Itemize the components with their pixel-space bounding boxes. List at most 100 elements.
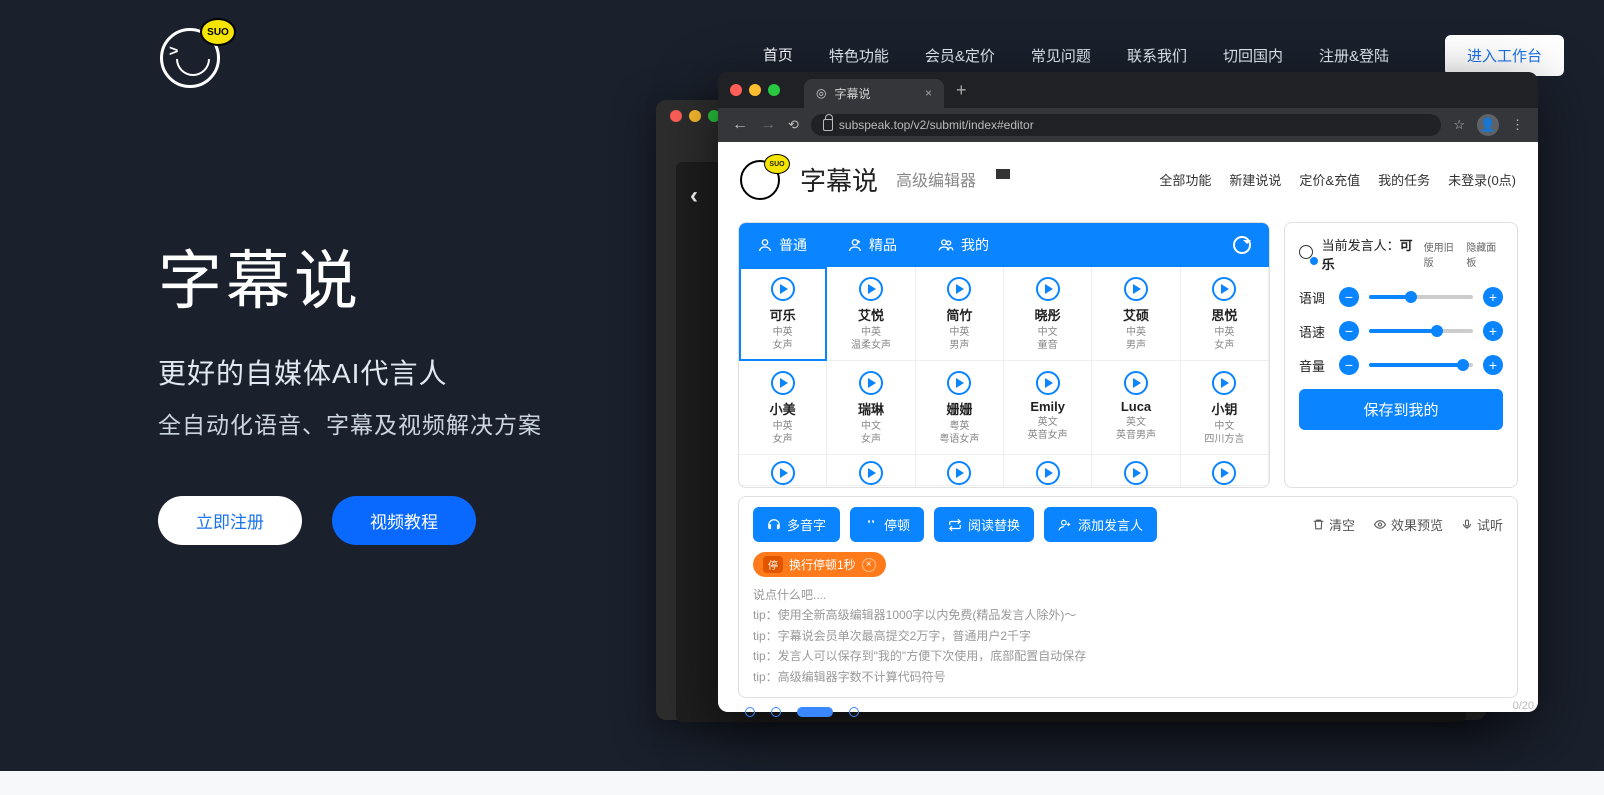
traffic-max-icon[interactable] <box>768 84 780 96</box>
forward-button[interactable]: → <box>760 116 776 134</box>
app-logo[interactable]: SUO <box>740 156 786 202</box>
voice-cell-more[interactable] <box>916 455 1004 486</box>
listen-button[interactable]: 试听 <box>1461 515 1503 534</box>
voice-cell-可乐[interactable]: 可乐中英女声 <box>739 267 827 361</box>
reload-button[interactable]: ⟲ <box>788 117 799 133</box>
play-icon[interactable] <box>771 277 795 301</box>
play-icon[interactable] <box>859 461 883 485</box>
nav-cta-button[interactable]: 进入工作台 <box>1445 35 1564 76</box>
nav-pricing[interactable]: 会员&定价 <box>925 37 995 74</box>
voice-cell-more[interactable] <box>1004 455 1092 486</box>
add-speaker-button[interactable]: 添加发言人 <box>1044 507 1157 542</box>
pitch-plus-button[interactable]: + <box>1483 287 1503 307</box>
voice-cell-艾硕[interactable]: 艾硕中英男声 <box>1092 267 1180 361</box>
pause-chip[interactable]: 停 换行停顿1秒 × <box>753 552 886 577</box>
play-icon[interactable] <box>859 371 883 395</box>
voice-cell-瑞琳[interactable]: 瑞琳中文女声 <box>827 361 915 455</box>
pause-button[interactable]: 停顿 <box>850 507 924 542</box>
voice-cell-思悦[interactable]: 思悦中英女声 <box>1181 267 1269 361</box>
traffic-min-icon[interactable] <box>749 84 761 96</box>
voice-cell-姗姗[interactable]: 姗姗粤英粤语女声 <box>916 361 1004 455</box>
dot-3[interactable] <box>797 707 833 717</box>
voice-cell-简竹[interactable]: 简竹中英男声 <box>916 267 1004 361</box>
speaker-gear-icon <box>1299 245 1316 263</box>
polyphone-button[interactable]: 多音字 <box>753 507 840 542</box>
menu-icon[interactable]: ⋮ <box>1511 117 1524 133</box>
pitch-minus-button[interactable]: − <box>1339 287 1359 307</box>
nav-auth[interactable]: 注册&登陆 <box>1319 37 1389 74</box>
play-icon[interactable] <box>1212 277 1236 301</box>
traffic-close-icon[interactable] <box>730 84 742 96</box>
vol-track[interactable] <box>1369 363 1473 367</box>
back-button[interactable]: ← <box>732 116 748 134</box>
play-icon[interactable] <box>1124 277 1148 301</box>
voice-cell-more[interactable] <box>1181 455 1269 486</box>
dot-1[interactable] <box>745 707 755 717</box>
video-tutorial-button[interactable]: 视频教程 <box>332 496 476 545</box>
voice-cell-小美[interactable]: 小美中英女声 <box>739 361 827 455</box>
vol-minus-button[interactable]: − <box>1339 355 1359 375</box>
nav-region[interactable]: 切回国内 <box>1223 37 1283 74</box>
play-icon[interactable] <box>1212 371 1236 395</box>
close-icon[interactable]: × <box>925 86 932 100</box>
voice-tab-premium[interactable]: 精品 <box>847 235 897 255</box>
rate-plus-button[interactable]: + <box>1483 321 1503 341</box>
play-icon[interactable] <box>1036 277 1060 301</box>
app-nav-tasks[interactable]: 我的任务 <box>1378 170 1430 189</box>
nav-contact[interactable]: 联系我们 <box>1127 37 1187 74</box>
hide-panel-button[interactable]: 隐藏面板 <box>1466 239 1503 269</box>
bookmark-icon[interactable]: ☆ <box>1453 117 1465 133</box>
voice-cell-Emily[interactable]: Emily英文英音女声 <box>1004 361 1092 455</box>
play-icon[interactable] <box>771 371 795 395</box>
play-icon[interactable] <box>1036 461 1060 485</box>
app-nav: 全部功能 新建说说 定价&充值 我的任务 未登录(0点) <box>1159 170 1516 189</box>
play-icon[interactable] <box>1212 461 1236 485</box>
voice-cell-小钥[interactable]: 小钥中文四川方言 <box>1181 361 1269 455</box>
rate-track[interactable] <box>1369 329 1473 333</box>
nav-home[interactable]: 首页 <box>763 36 793 75</box>
app-nav-new[interactable]: 新建说说 <box>1229 170 1281 189</box>
voice-cell-more[interactable] <box>739 455 827 486</box>
pitch-slider: 语调 − + <box>1299 287 1503 307</box>
voice-cell-晓彤[interactable]: 晓彤中文童音 <box>1004 267 1092 361</box>
nav-features[interactable]: 特色功能 <box>829 37 889 74</box>
replace-button[interactable]: 阅读替换 <box>934 507 1034 542</box>
app-nav-pricing[interactable]: 定价&充值 <box>1299 170 1360 189</box>
app-nav-all[interactable]: 全部功能 <box>1159 170 1211 189</box>
new-tab-button[interactable]: + <box>956 80 967 101</box>
nav-faq[interactable]: 常见问题 <box>1031 37 1091 74</box>
logo[interactable]: SUO <box>160 20 230 90</box>
voice-cell-艾悦[interactable]: 艾悦中英温柔女声 <box>827 267 915 361</box>
play-icon[interactable] <box>1124 461 1148 485</box>
play-icon[interactable] <box>859 277 883 301</box>
editor-textarea[interactable]: 说点什么吧.... tip：使用全新高级编辑器1000字以内免费(精品发言人除外… <box>753 585 1503 687</box>
vol-plus-button[interactable]: + <box>1483 355 1503 375</box>
rate-minus-button[interactable]: − <box>1339 321 1359 341</box>
register-button[interactable]: 立即注册 <box>158 496 302 545</box>
profile-avatar[interactable]: 👤 <box>1477 114 1499 136</box>
play-icon[interactable] <box>771 461 795 485</box>
play-icon[interactable] <box>947 371 971 395</box>
app-nav-login[interactable]: 未登录(0点) <box>1448 170 1516 189</box>
preview-button[interactable]: 效果预览 <box>1373 515 1443 534</box>
play-icon[interactable] <box>1036 371 1060 395</box>
voice-grid: 可乐中英女声艾悦中英温柔女声简竹中英男声晓彤中文童音艾硕中英男声思悦中英女声小美… <box>739 267 1269 486</box>
play-icon[interactable] <box>1124 371 1148 395</box>
browser-tab[interactable]: ◎字幕说× <box>804 79 944 108</box>
save-to-mine-button[interactable]: 保存到我的 <box>1299 389 1503 430</box>
pitch-track[interactable] <box>1369 295 1473 299</box>
voice-tab-normal[interactable]: 普通 <box>757 235 807 255</box>
voice-cell-more[interactable] <box>827 455 915 486</box>
voice-cell-more[interactable] <box>1092 455 1180 486</box>
voice-cell-Luca[interactable]: Luca英文英音男声 <box>1092 361 1180 455</box>
clear-button[interactable]: 清空 <box>1312 515 1355 534</box>
voice-tab-mine[interactable]: 我的 <box>937 235 989 255</box>
url-field[interactable]: subspeak.top/v2/submit/index#editor <box>811 114 1441 136</box>
play-icon[interactable] <box>947 461 971 485</box>
play-icon[interactable] <box>947 277 971 301</box>
dot-2[interactable] <box>771 707 781 717</box>
chip-close-icon[interactable]: × <box>862 558 876 572</box>
use-old-button[interactable]: 使用旧版 <box>1424 239 1461 269</box>
dot-4[interactable] <box>849 707 859 717</box>
refresh-icon[interactable] <box>1233 236 1251 254</box>
